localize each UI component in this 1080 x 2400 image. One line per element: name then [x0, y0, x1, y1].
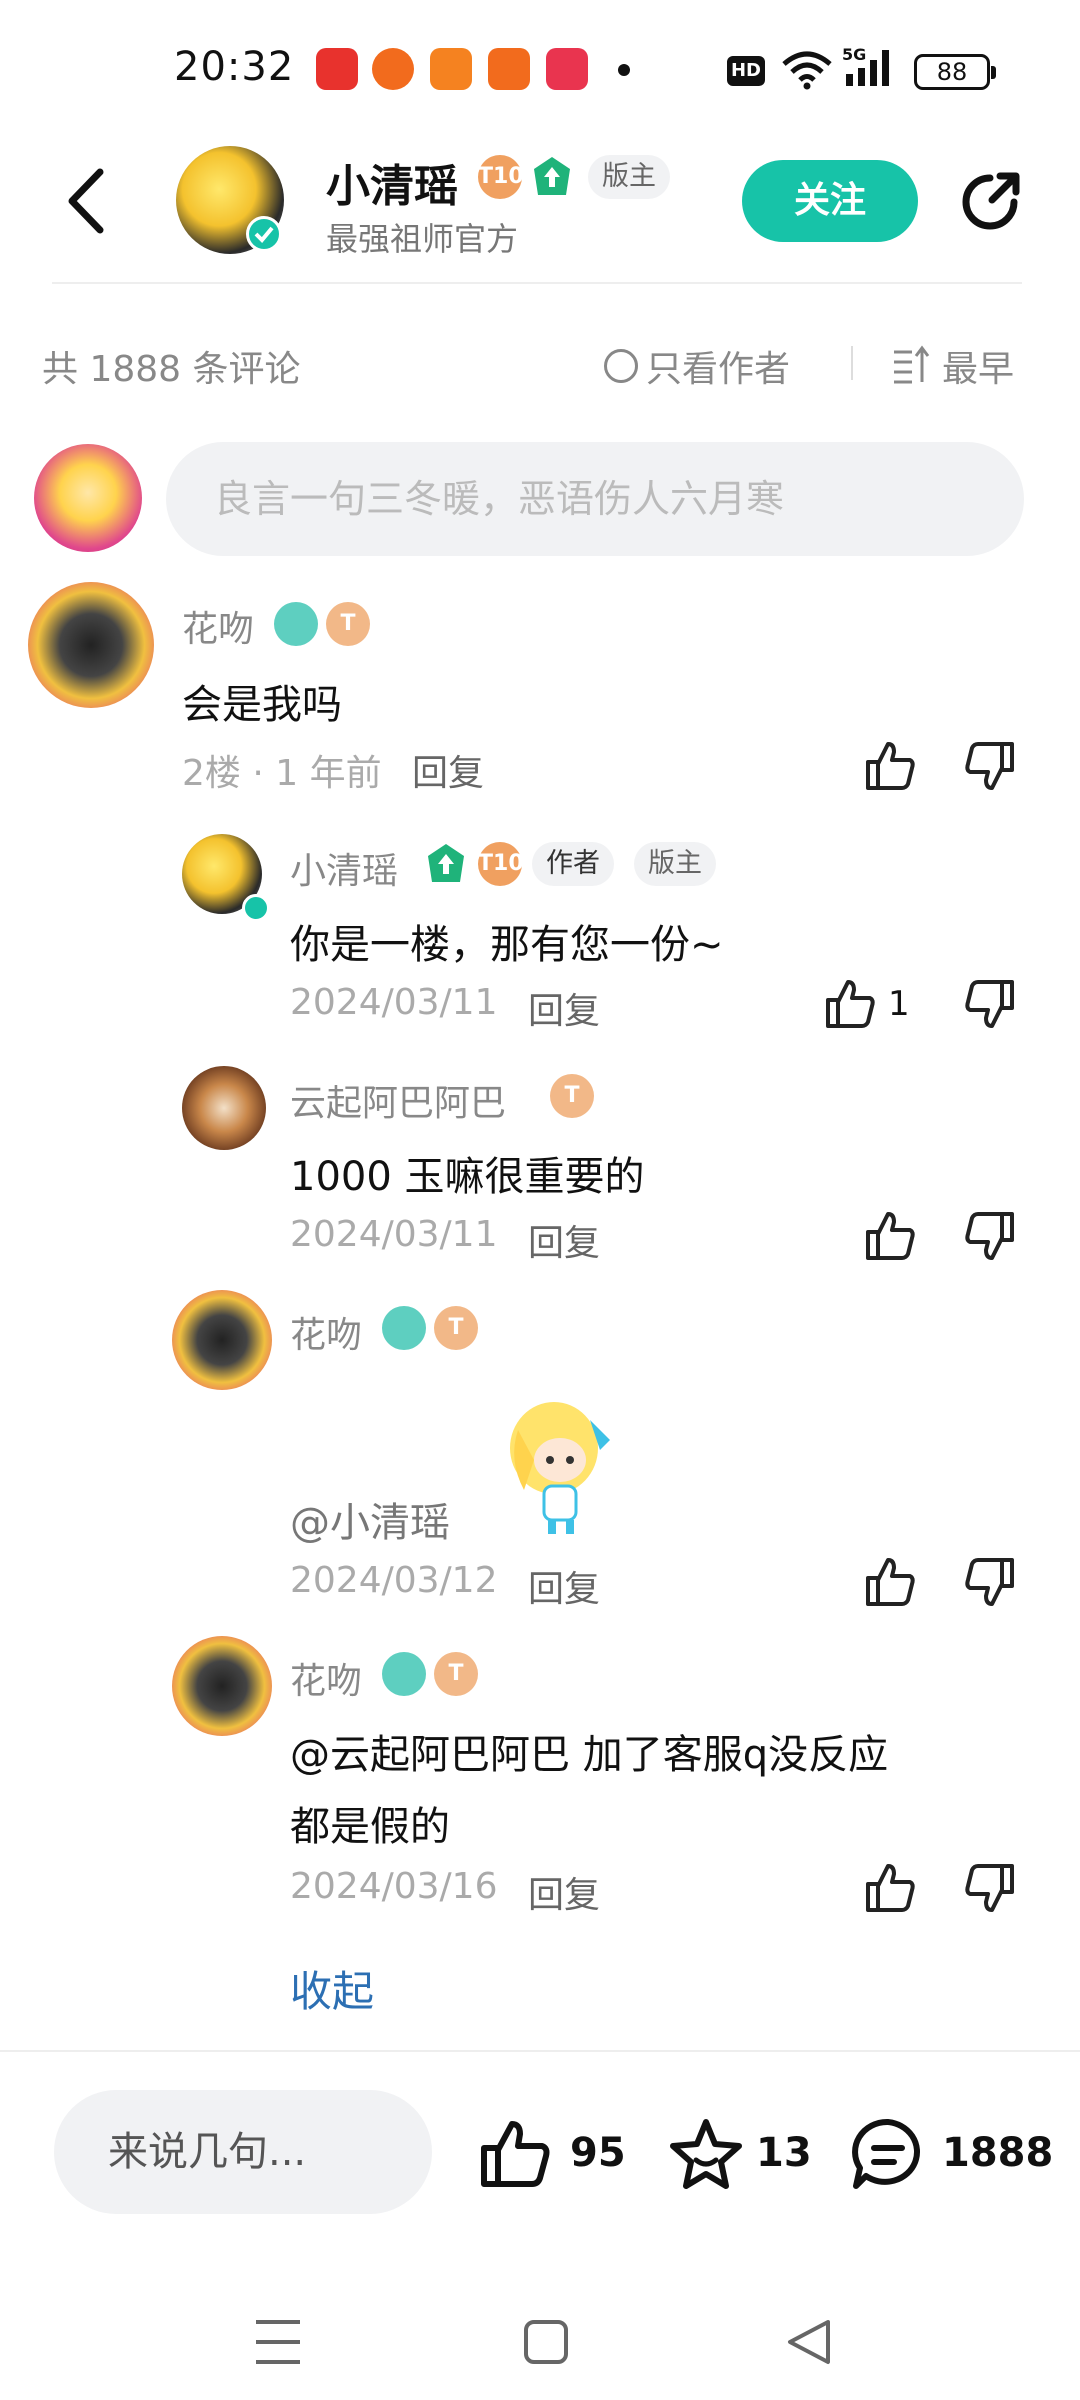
reply-text: @小清瑶: [290, 1500, 450, 1546]
only-author-toggle[interactable]: 只看作者: [604, 340, 790, 392]
thumbs-up-icon[interactable]: [862, 1554, 918, 1610]
reply-date: 2024/03/16: [290, 1866, 498, 1907]
reply-date: 2024/03/11: [290, 1214, 498, 1255]
upgrade-badge-icon: [534, 157, 570, 195]
commenter-avatar[interactable]: [28, 582, 154, 708]
comment-count: 共 1888 条评论: [42, 349, 301, 390]
follow-button[interactable]: 关注: [742, 160, 918, 242]
reply-username[interactable]: 花吻: [290, 1306, 362, 1358]
author-subtitle: 最强祖师官方: [326, 220, 519, 258]
app-icon-kuaishou-2: [488, 48, 530, 90]
verified-icon: [246, 216, 282, 252]
level-badge-icon: T: [326, 602, 370, 646]
nav-menu-icon[interactable]: [256, 2320, 300, 2364]
thumbs-up-icon[interactable]: [862, 1208, 918, 1264]
collapse-replies-button[interactable]: 收起: [290, 1958, 374, 2019]
share-icon[interactable]: [954, 166, 1026, 238]
back-arrow-icon[interactable]: [62, 166, 108, 236]
reply-button[interactable]: 回复: [528, 1214, 600, 1266]
favorite-count: 13: [756, 2130, 812, 2176]
comment-text: 会是我吗: [182, 682, 342, 728]
thumbs-up-icon[interactable]: [822, 976, 878, 1032]
thumbs-down-icon[interactable]: [962, 738, 1018, 794]
comment-total: 1888: [942, 2130, 1054, 2176]
system-nav-bar: [256, 2320, 830, 2364]
reply-button[interactable]: 回复: [528, 982, 600, 1034]
sort-separator: [851, 346, 853, 380]
verified-icon: [242, 894, 270, 922]
thumbs-up-icon[interactable]: [862, 738, 918, 794]
thumbs-down-icon[interactable]: [962, 1208, 1018, 1264]
reply-button[interactable]: 回复: [412, 744, 484, 796]
sort-icon[interactable]: [892, 344, 932, 384]
reply-text-line1: @云起阿巴阿巴 加了客服q没反应: [290, 1732, 889, 1778]
fan-badge-icon: [382, 1652, 426, 1696]
comment-username[interactable]: 花吻: [182, 600, 254, 652]
author-name[interactable]: 小清瑶: [326, 150, 458, 214]
thumbs-down-icon[interactable]: [962, 1860, 1018, 1916]
level-badge-icon: T10: [478, 842, 524, 886]
thumbs-down-icon[interactable]: [962, 1554, 1018, 1610]
comment-bubble-icon[interactable]: [850, 2116, 926, 2192]
reply-date: 2024/03/11: [290, 982, 498, 1023]
moderator-badge: 版主: [588, 155, 670, 199]
sticker-image: [510, 1402, 610, 1534]
level-badge-icon: T: [550, 1074, 594, 1118]
bottom-divider: [0, 2050, 1080, 2052]
reply-text: 你是一楼，那有您一份~: [290, 922, 724, 968]
reply-button[interactable]: 回复: [528, 1560, 600, 1612]
thumbs-down-icon[interactable]: [962, 976, 1018, 1032]
reply-button[interactable]: 回复: [528, 1866, 600, 1918]
network-5g-text: 5G: [842, 45, 866, 64]
notification-dot: [618, 64, 630, 76]
app-icon-music: [546, 48, 588, 90]
hd-icon: HD: [727, 56, 765, 86]
app-icon-orange: [372, 48, 414, 90]
reply-date: 2024/03/12: [290, 1560, 498, 1601]
app-icon-red: [316, 48, 358, 90]
favorite-star-icon[interactable]: [668, 2116, 744, 2192]
reply-like-count: 1: [888, 984, 910, 1024]
status-time: 20:32: [174, 44, 295, 90]
upgrade-badge-icon: [428, 844, 464, 882]
fan-badge-icon: [274, 602, 318, 646]
reply-username[interactable]: 花吻: [290, 1652, 362, 1704]
nav-home-icon[interactable]: [524, 2320, 568, 2364]
like-icon[interactable]: [478, 2118, 554, 2190]
wifi-icon: [782, 51, 832, 90]
signal-5g-icon: 5G: [842, 45, 889, 86]
level-badge-icon: T10: [478, 155, 524, 199]
comment-input[interactable]: [166, 442, 1024, 556]
battery-indicator: 88: [914, 54, 996, 90]
like-count: 95: [570, 2130, 626, 2176]
nav-back-icon[interactable]: [788, 2320, 830, 2364]
reply-username[interactable]: 云起阿巴阿巴: [290, 1074, 506, 1126]
reply-avatar[interactable]: [172, 1636, 272, 1736]
comment-meta: 2楼 · 1 年前: [182, 753, 382, 794]
app-icon-kuaishou: [430, 48, 472, 90]
level-badge-icon: T: [434, 1652, 478, 1696]
thumbs-up-icon[interactable]: [862, 1860, 918, 1916]
my-avatar[interactable]: [34, 444, 142, 552]
reply-text: 1000 玉嘛很重要的: [290, 1154, 645, 1200]
reply-avatar[interactable]: [172, 1290, 272, 1390]
reply-avatar[interactable]: [182, 1066, 266, 1150]
moderator-tag: 版主: [634, 842, 716, 886]
header-divider: [52, 282, 1022, 284]
reply-username[interactable]: 小清瑶: [290, 842, 398, 894]
radio-icon[interactable]: [604, 349, 638, 383]
only-author-label: 只看作者: [646, 349, 791, 390]
quick-comment-input[interactable]: 来说几句...: [54, 2090, 432, 2214]
sort-label[interactable]: 最早: [942, 340, 1014, 392]
level-badge-icon: T: [434, 1306, 478, 1350]
reply-text-line2: 都是假的: [290, 1804, 450, 1850]
author-tag: 作者: [532, 842, 614, 886]
fan-badge-icon: [382, 1306, 426, 1350]
